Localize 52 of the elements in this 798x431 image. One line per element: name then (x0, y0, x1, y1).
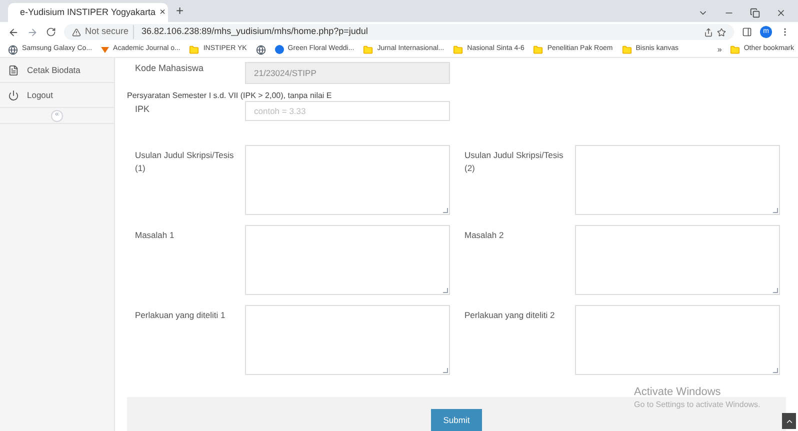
field-label: Usulan Judul Skripsi/Tesis (1) (134, 149, 235, 175)
address-bar[interactable]: Not secure 36.82.106.238:89/mhs_yudisium/mhs/home.php?p=judul (64, 24, 734, 40)
reload-icon[interactable] (46, 27, 56, 37)
browser-tab[interactable]: e-Yudisium INSTIPER Yogyakarta × (8, 3, 168, 22)
back-icon[interactable] (8, 26, 19, 38)
scroll-top-button[interactable] (782, 413, 796, 429)
more-bookmarks-button[interactable]: » (717, 44, 722, 56)
resize-handle-icon (443, 288, 448, 293)
folder-icon (533, 44, 544, 54)
sidebar-item[interactable]: Cetak Biodata (0, 58, 114, 83)
share-icon[interactable] (704, 28, 713, 36)
folder-icon (189, 44, 200, 54)
side-panel-icon[interactable] (742, 27, 752, 37)
field-label: Usulan Judul Skripsi/Tesis (2) (464, 149, 564, 175)
folder-icon (622, 44, 632, 54)
power-icon (8, 90, 19, 100)
activation-text: Go to Settings to activate Windows. (634, 399, 760, 411)
journal-logo-icon (101, 46, 110, 54)
folder-icon (730, 44, 740, 54)
folder-icon (363, 44, 374, 54)
field-label: Masalah 2 (464, 229, 505, 242)
warning-icon (72, 28, 81, 36)
resize-handle-icon (772, 208, 778, 213)
bookmark-item[interactable] (256, 44, 266, 54)
document-icon (8, 64, 19, 76)
site-icon (274, 45, 284, 54)
field-label: Kode Mahasiswa (134, 62, 205, 75)
tab-title: e-Yudisium INSTIPER Yogyakarta (20, 6, 156, 19)
url-text: 36.82.106.238:89/mhs_yudisium/mhs/home.php?p=judul (140, 25, 368, 38)
restore-icon[interactable] (750, 8, 760, 18)
globe-icon (256, 44, 266, 54)
resize-handle-icon (772, 288, 778, 293)
field-label: IPK (134, 103, 151, 116)
globe-icon (8, 44, 18, 54)
forward-icon[interactable] (27, 26, 38, 38)
sidebar-item[interactable]: Logout (0, 83, 114, 108)
gpa-field[interactable]: contoh = 3.33 (245, 101, 450, 121)
bookmark-star-icon[interactable] (717, 28, 726, 36)
submit-button[interactable]: Submit (431, 409, 482, 431)
field-label: Masalah 1 (134, 229, 176, 242)
requirement-note: Persyaratan Semester I s.d. VII (IPK > 2,00), tanpa nilai E (127, 91, 333, 101)
close-icon[interactable]: × (160, 5, 166, 20)
folder-icon (453, 44, 464, 54)
security-label: Not secure (85, 25, 134, 39)
field-label: Perlakuan yang diteliti 2 (464, 309, 556, 322)
field-label: Perlakuan yang diteliti 1 (134, 309, 226, 322)
resize-handle-icon (772, 368, 778, 373)
close-window-icon[interactable] (776, 8, 786, 18)
resize-handle-icon (443, 208, 448, 213)
activation-title: Activate Windows (634, 386, 722, 399)
new-tab-button[interactable]: + (168, 0, 192, 22)
resize-handle-icon (443, 368, 448, 373)
